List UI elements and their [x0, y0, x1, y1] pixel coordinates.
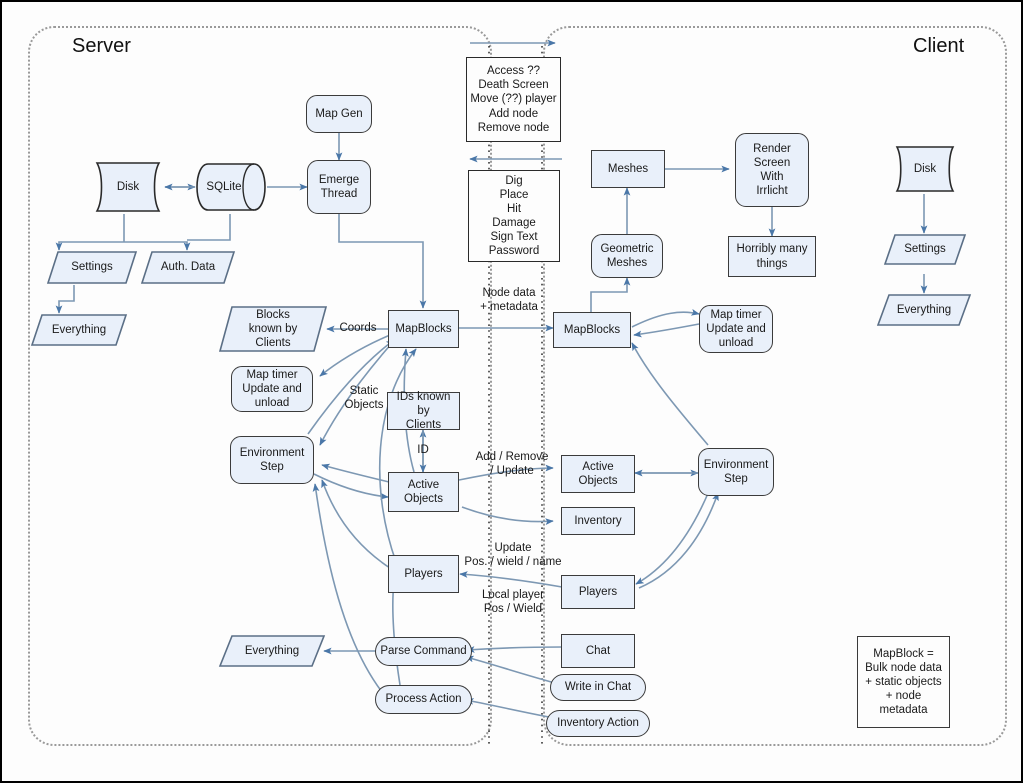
- node-auth-data[interactable]: Auth. Data: [140, 250, 236, 285]
- node-client-environment-step[interactable]: Environment Step: [698, 448, 774, 496]
- node-render-screen[interactable]: Render Screen With Irrlicht: [735, 133, 809, 207]
- legend-mapblock-definition: MapBlock = Bulk node data + static objec…: [857, 636, 950, 728]
- node-client-settings[interactable]: Settings: [883, 233, 967, 266]
- node-inventory-action[interactable]: Inventory Action: [546, 710, 650, 737]
- node-server-everything-bottom[interactable]: Everything: [218, 634, 326, 668]
- channel-label-local-player-pos-wield: Local player Pos / Wield: [481, 589, 544, 616]
- node-client-disk[interactable]: Disk: [892, 144, 958, 194]
- node-meshes[interactable]: Meshes: [591, 150, 665, 188]
- channel-label-add-remove-update: Add / Remove / Update: [475, 451, 549, 478]
- message-box-to-client: Access ?? Death Screen Move (??) player …: [466, 57, 561, 142]
- node-server-everything-bottom-label: Everything: [244, 644, 300, 657]
- node-server-players[interactable]: Players: [388, 555, 459, 593]
- node-auth-data-label: Auth. Data: [160, 261, 216, 274]
- node-client-everything-label: Everything: [896, 303, 952, 316]
- edge-label-static-objects: Static Objects: [344, 385, 384, 412]
- node-client-everything[interactable]: Everything: [876, 293, 972, 327]
- node-server-settings[interactable]: Settings: [46, 250, 138, 285]
- node-server-map-timer[interactable]: Map timer Update and unload: [231, 366, 313, 412]
- node-blocks-known-by-clients-label: Blocks known by Clients: [248, 308, 298, 349]
- node-server-settings-label: Settings: [71, 261, 113, 274]
- node-server-disk[interactable]: Disk: [91, 160, 165, 214]
- node-sqlite-label: SQLite: [206, 180, 242, 193]
- node-client-disk-label: Disk: [913, 162, 937, 175]
- node-server-everything-top[interactable]: Everything: [30, 313, 128, 347]
- message-box-to-server: Dig Place Hit Damage Sign Text Password: [468, 170, 560, 262]
- edge-label-id: ID: [417, 444, 429, 456]
- node-horribly-many-things[interactable]: Horribly many things: [728, 236, 816, 277]
- node-server-disk-label: Disk: [116, 180, 140, 193]
- channel-label-node-data: Node data + metadata: [480, 287, 538, 314]
- diagram-canvas: Server Client Map Gen Disk SQLite Emerge…: [0, 0, 1023, 783]
- node-process-action[interactable]: Process Action: [375, 685, 472, 714]
- node-server-active-objects[interactable]: Active Objects: [388, 472, 459, 512]
- node-client-mapblocks[interactable]: MapBlocks: [553, 312, 631, 348]
- node-client-players[interactable]: Players: [561, 575, 635, 609]
- node-chat[interactable]: Chat: [561, 634, 635, 668]
- node-parse-command[interactable]: Parse Command: [375, 637, 472, 666]
- node-server-environment-step[interactable]: Environment Step: [230, 436, 314, 484]
- node-write-in-chat[interactable]: Write in Chat: [550, 674, 646, 701]
- edge-label-coords: Coords: [339, 322, 377, 334]
- node-geometric-meshes[interactable]: Geometric Meshes: [591, 234, 663, 278]
- node-client-inventory[interactable]: Inventory: [561, 507, 635, 535]
- node-map-gen[interactable]: Map Gen: [306, 95, 372, 133]
- node-client-settings-label: Settings: [904, 243, 946, 256]
- node-ids-known-by-clients[interactable]: IDs known by Clients: [387, 391, 460, 431]
- channel-label-update-pos-wield-name: Update Pos. / wield / name: [464, 542, 562, 569]
- node-server-mapblocks[interactable]: MapBlocks: [388, 310, 459, 348]
- node-client-active-objects[interactable]: Active Objects: [561, 455, 635, 493]
- node-server-everything-top-label: Everything: [51, 323, 107, 336]
- node-sqlite[interactable]: SQLite: [195, 162, 267, 212]
- node-client-map-timer[interactable]: Map timer Update and unload: [699, 305, 773, 353]
- node-blocks-known-by-clients[interactable]: Blocks known by Clients: [218, 305, 328, 353]
- node-emerge-thread[interactable]: Emerge Thread: [307, 160, 371, 214]
